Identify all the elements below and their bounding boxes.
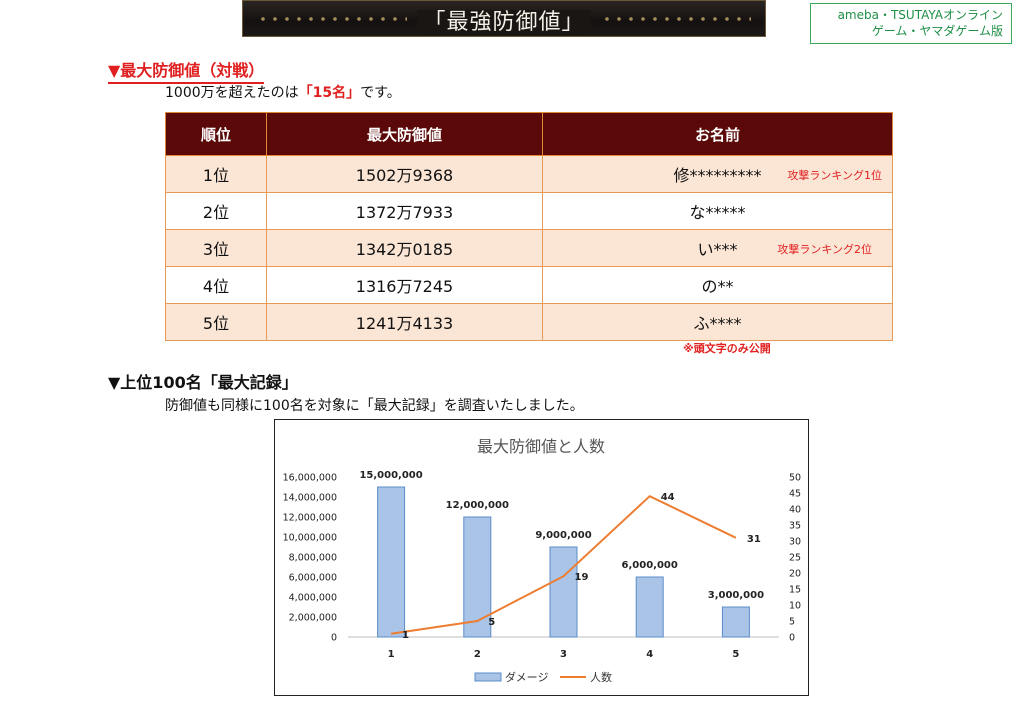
y-left-tick-label: 12,000,000 <box>283 513 337 524</box>
legend-line-label: 人数 <box>590 671 612 684</box>
cell-name: の** <box>542 266 893 304</box>
player-name: の** <box>701 277 734 296</box>
table-row: 2位 1372万7933 な***** <box>165 192 893 230</box>
chart-title: 最大防御値と人数 <box>477 437 605 456</box>
text-before: 1000万を超えたのは <box>165 85 299 101</box>
highlight-count: 「15名」 <box>298 85 361 101</box>
chart-frame: 最大防御値と人数 0 2,000,000 4,000,000 6,000,000 8,00… <box>274 419 809 696</box>
line-data-label: 1 <box>402 630 409 641</box>
y-right-tick-label: 10 <box>789 601 801 612</box>
ranking-note: 攻撃ランキング2位 <box>777 243 872 256</box>
bar <box>377 486 406 638</box>
cell-value: 1241万4133 <box>266 303 543 341</box>
source-line-2: ゲーム・ヤマダゲーム版 <box>871 24 1003 38</box>
player-name: い*** <box>697 240 738 259</box>
disclaimer-note: ※頭文字のみ公開 <box>683 342 771 355</box>
y-right-tick-label: 35 <box>789 521 801 532</box>
y-right-tick-label: 15 <box>789 585 801 596</box>
source-line-1: ameba・TSUTAYAオンライン <box>837 8 1003 22</box>
line-data-label: 5 <box>488 617 495 628</box>
table-row: 5位 1241万4133 ふ**** <box>165 303 893 341</box>
table-row: 4位 1316万7245 の** <box>165 266 893 304</box>
y-right-tick-label: 45 <box>789 489 801 500</box>
header-name: お名前 <box>542 112 893 156</box>
line-data-label: 44 <box>661 492 675 503</box>
table-header-row: 順位 最大防御値 お名前 <box>165 112 893 156</box>
y-right-tick-label: 0 <box>789 633 795 644</box>
cell-rank: 1位 <box>165 155 267 193</box>
x-tick-label: 5 <box>732 649 739 660</box>
page-banner: 「最強防御値」 <box>242 0 766 37</box>
bar <box>549 546 578 638</box>
cell-name: な***** <box>542 192 893 230</box>
y-left-tick-label: 10,000,000 <box>283 533 337 544</box>
cell-name: 修********* 攻撃ランキング1位 <box>542 155 893 193</box>
banner-title: 「最強防御値」 <box>243 4 765 36</box>
y-left-tick-label: 16,000,000 <box>283 473 337 484</box>
line-data-label: 19 <box>575 572 589 583</box>
section-text-top100: 防御値も同様に100名を対象に「最大記録」を調査いたしました。 <box>165 398 584 414</box>
cell-value: 1372万7933 <box>266 192 543 230</box>
bar-data-label: 6,000,000 <box>622 560 678 571</box>
ranking-table: 順位 最大防御値 お名前 1位 1502万9368 修********* 攻撃ラン… <box>165 112 893 341</box>
cell-value: 1316万7245 <box>266 266 543 304</box>
cell-name: ふ**** <box>542 303 893 341</box>
table-row: 1位 1502万9368 修********* 攻撃ランキング1位 <box>165 155 893 193</box>
x-tick-label: 3 <box>560 649 567 660</box>
source-box: ameba・TSUTAYAオンライン ゲーム・ヤマダゲーム版 <box>810 3 1012 44</box>
bar-data-label: 12,000,000 <box>446 500 509 511</box>
bar-data-label: 3,000,000 <box>708 590 764 601</box>
bar-data-label: 15,000,000 <box>359 470 422 481</box>
y-left-tick-label: 14,000,000 <box>283 493 337 504</box>
player-name: 修********* <box>673 166 762 185</box>
cell-value: 1502万9368 <box>266 155 543 193</box>
ranking-note: 攻撃ランキング1位 <box>787 169 882 182</box>
table-row: 3位 1342万0185 い*** 攻撃ランキング2位 <box>165 229 893 267</box>
bar <box>463 516 492 638</box>
cell-name: い*** 攻撃ランキング2位 <box>542 229 893 267</box>
legend-bar-label: ダメージ <box>505 670 548 684</box>
x-tick-label: 4 <box>646 649 653 660</box>
line-data-label: 31 <box>747 534 761 545</box>
cell-rank: 5位 <box>165 303 267 341</box>
player-name: ふ**** <box>693 314 742 333</box>
section-heading-max-defense: ▼最大防御値（対戦） <box>108 57 265 84</box>
y-left-tick-label: 8,000,000 <box>289 553 337 564</box>
y-left-tick-label: 4,000,000 <box>289 593 337 604</box>
y-right-tick-label: 40 <box>789 505 801 516</box>
player-name: な***** <box>689 203 746 222</box>
section-heading-top100: ▼上位100名「最大記録」 <box>108 373 298 392</box>
y-left-tick-label: 2,000,000 <box>289 613 337 624</box>
bar <box>721 606 750 638</box>
text-after: です。 <box>360 85 401 101</box>
y-left-tick-label: 6,000,000 <box>289 573 337 584</box>
header-rank: 順位 <box>165 112 267 156</box>
x-tick-label: 1 <box>388 649 395 660</box>
cell-rank: 2位 <box>165 192 267 230</box>
y-right-tick-label: 50 <box>789 473 801 484</box>
combo-chart: 最大防御値と人数 0 2,000,000 4,000,000 6,000,000 8,00… <box>283 437 802 684</box>
y-right-tick-label: 25 <box>789 553 801 564</box>
section-text-max-defense: 1000万を超えたのは「15名」です。 <box>165 82 401 102</box>
bar <box>635 576 664 638</box>
cell-value: 1342万0185 <box>266 229 543 267</box>
cell-rank: 4位 <box>165 266 267 304</box>
header-value: 最大防御値 <box>266 112 543 156</box>
y-left-tick-label: 0 <box>331 633 337 644</box>
y-right-tick-label: 30 <box>789 537 801 548</box>
cell-rank: 3位 <box>165 229 267 267</box>
bar-data-label: 9,000,000 <box>535 530 591 541</box>
x-tick-label: 2 <box>474 649 481 660</box>
y-right-tick-label: 20 <box>789 569 801 580</box>
legend-bar-swatch <box>474 672 502 682</box>
y-right-tick-label: 5 <box>789 617 795 628</box>
